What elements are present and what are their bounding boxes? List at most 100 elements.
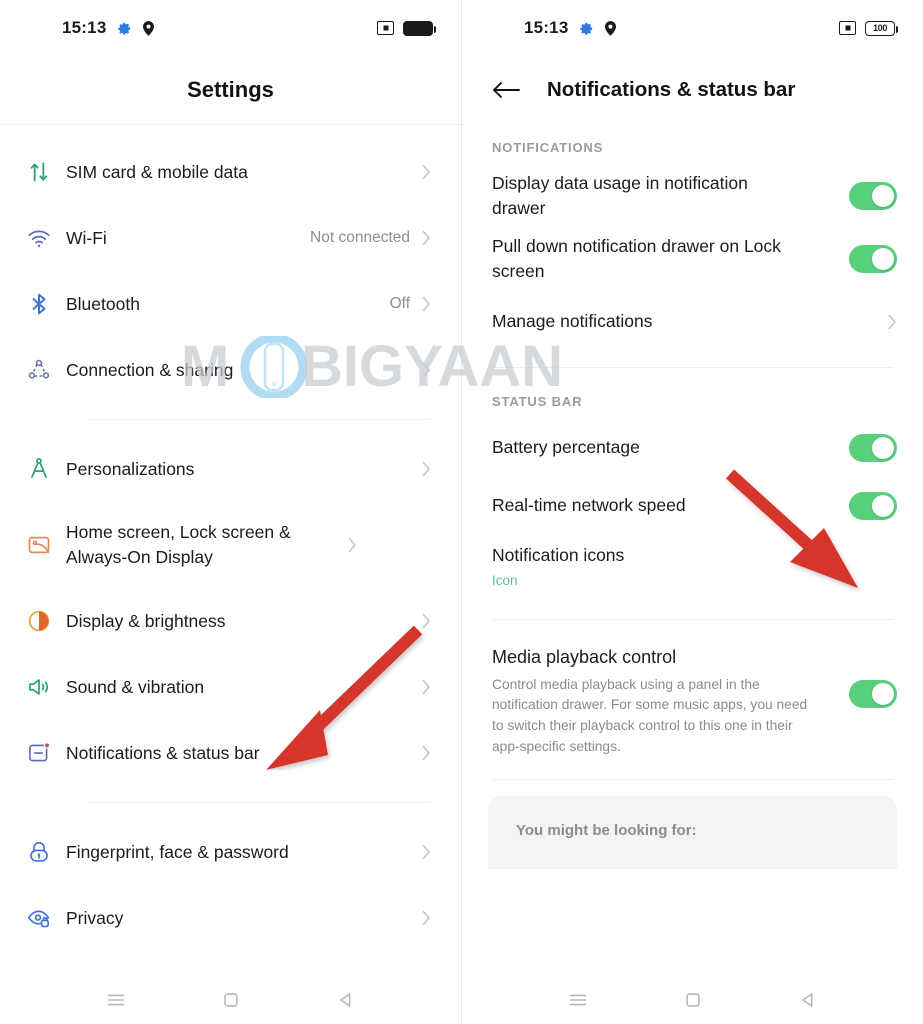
setting-row-pull-down-drawer-lock-screen[interactable]: Pull down notification drawer on Lock sc… <box>462 228 923 291</box>
sidebar-item-notifications-status-bar[interactable]: Notifications & status bar <box>0 720 461 786</box>
setting-row-real-time-network-speed[interactable]: Real-time network speed <box>462 477 923 535</box>
setting-title: Battery percentage <box>492 436 640 457</box>
cast-icon <box>839 21 856 35</box>
settings-list: SIM card & mobile data Wi-Fi Not connect… <box>0 125 461 951</box>
chevron-right-icon <box>422 362 431 378</box>
sidebar-item-sound-vibration[interactable]: Sound & vibration <box>0 654 461 720</box>
right-phone-screen: 15:13 100 Notifications & status bar NOT… <box>461 0 923 1024</box>
toggle-knob <box>872 248 894 271</box>
setting-subtitle: Icon <box>492 572 518 588</box>
bluetooth-icon <box>26 291 66 317</box>
left-phone-screen: 15:13 Settings SIM card & mobile data Wi… <box>0 0 461 1024</box>
sidebar-item-connection-sharing[interactable]: Connection & sharing <box>0 337 461 403</box>
menu-icon[interactable] <box>567 989 589 1011</box>
location-pin-icon <box>143 20 155 36</box>
setting-title: Media playback control <box>492 646 677 667</box>
status-bar-clock: 15:13 <box>524 18 569 37</box>
setting-title: Manage notifications <box>492 310 653 331</box>
sidebar-item-personalizations[interactable]: Personalizations <box>0 436 461 502</box>
page-title-text: Notifications & status bar <box>547 78 796 101</box>
left-navigation-bar <box>0 976 461 1024</box>
looking-for-label: You might be looking for: <box>516 822 697 840</box>
sidebar-item-label: Notifications & status bar <box>66 742 260 763</box>
wifi-icon <box>26 225 66 251</box>
right-navigation-bar <box>462 976 923 1024</box>
you-might-be-looking-for-card[interactable]: You might be looking for: <box>488 796 897 870</box>
section-heading-status-bar: STATUS BAR <box>492 393 583 409</box>
chevron-right-icon <box>422 296 431 312</box>
sidebar-item-label: Fingerprint, face & password <box>66 841 289 862</box>
sidebar-item-label: SIM card & mobile data <box>66 161 248 182</box>
chevron-right-icon <box>422 461 431 477</box>
setting-text-block: Real-time network speed <box>492 493 849 518</box>
left-status-bar: 15:13 <box>0 0 461 56</box>
setting-description: Control media playback using a panel in … <box>492 676 808 754</box>
battery-percent-label: 100 <box>872 22 888 33</box>
connection-sharing-icon <box>26 357 66 383</box>
dual-screenshot-root: 15:13 Settings SIM card & mobile data Wi… <box>0 0 923 1024</box>
cast-icon <box>377 21 394 35</box>
back-triangle-icon[interactable] <box>335 989 357 1011</box>
section-divider <box>492 366 893 368</box>
chevron-right-icon <box>348 537 357 553</box>
notification-badge-icon <box>26 740 66 766</box>
wallpaper-icon <box>26 532 66 558</box>
toggle-battery-percentage[interactable] <box>849 433 897 462</box>
compass-personalization-icon <box>26 456 66 482</box>
location-pin-icon <box>605 20 617 36</box>
sim-data-transfer-icon <box>26 159 66 185</box>
sidebar-item-fingerprint-face-password[interactable]: Fingerprint, face & password <box>0 819 461 885</box>
toggle-display-data-usage[interactable] <box>849 182 897 211</box>
status-bar-clock: 15:13 <box>62 18 107 37</box>
sidebar-item-label: Display & brightness <box>66 610 226 631</box>
setting-title: Pull down notification drawer on Lock sc… <box>492 235 781 282</box>
setting-row-notification-icons[interactable]: Notification icons Icon <box>462 535 923 597</box>
right-page-header: Notifications & status bar <box>462 56 923 124</box>
chevron-right-icon <box>422 164 431 180</box>
home-square-icon[interactable] <box>682 989 704 1011</box>
battery-percent-icon: 100 <box>865 20 898 36</box>
sidebar-item-value: Off <box>389 295 410 312</box>
sidebar-item-label: Connection & sharing <box>66 359 234 380</box>
chevron-right-icon <box>888 313 897 330</box>
setting-row-media-playback-control[interactable]: Media playback control Control media pla… <box>462 630 923 764</box>
sidebar-item-label: Bluetooth <box>66 293 140 314</box>
sidebar-item-privacy[interactable]: Privacy <box>0 885 461 951</box>
sidebar-item-value: Not connected <box>310 229 410 246</box>
setting-text-block: Media playback control Control media pla… <box>492 644 849 758</box>
sidebar-item-wifi[interactable]: Wi-Fi Not connected <box>0 205 461 271</box>
sidebar-item-label: Sound & vibration <box>66 676 205 697</box>
sidebar-item-label: Personalizations <box>66 458 195 479</box>
chevron-right-icon <box>422 844 431 860</box>
setting-text-block: Manage notifications <box>492 309 888 334</box>
status-bar-right-icons: 100 <box>839 20 898 36</box>
setting-text-block: Display data usage in notification drawe… <box>492 171 849 222</box>
page-title-text: Settings <box>187 77 274 102</box>
sidebar-item-display-brightness[interactable]: Display & brightness <box>0 588 461 654</box>
toggle-media-playback-control[interactable] <box>849 679 897 708</box>
home-square-icon[interactable] <box>220 989 242 1011</box>
setting-row-battery-percentage[interactable]: Battery percentage <box>462 419 923 477</box>
gear-icon <box>118 22 131 35</box>
sidebar-item-home-lock-aod[interactable]: Home screen, Lock screen & Always-On Dis… <box>0 502 461 588</box>
sidebar-item-label: Home screen, Lock screen & Always-On Dis… <box>66 522 291 567</box>
setting-row-display-data-usage[interactable]: Display data usage in notification drawe… <box>462 165 923 228</box>
setting-row-manage-notifications[interactable]: Manage notifications <box>462 291 923 353</box>
toggle-real-time-network-speed[interactable] <box>849 491 897 520</box>
toggle-pull-down-drawer-lock-screen[interactable] <box>849 245 897 274</box>
list-divider <box>87 802 431 803</box>
chevron-right-icon <box>422 230 431 246</box>
setting-text-block: Notification icons Icon <box>492 543 897 587</box>
menu-icon[interactable] <box>105 989 127 1011</box>
battery-full-icon <box>403 20 436 36</box>
lock-icon <box>26 839 66 865</box>
right-status-bar: 15:13 100 <box>462 0 923 56</box>
privacy-eye-icon <box>26 905 66 931</box>
gear-icon <box>580 22 593 35</box>
sidebar-item-sim-card[interactable]: SIM card & mobile data <box>0 139 461 205</box>
setting-title: Display data usage in notification drawe… <box>492 173 748 219</box>
list-divider <box>87 419 431 420</box>
sidebar-item-bluetooth[interactable]: Bluetooth Off <box>0 271 461 337</box>
back-arrow-icon[interactable] <box>492 80 520 100</box>
back-triangle-icon[interactable] <box>797 989 819 1011</box>
